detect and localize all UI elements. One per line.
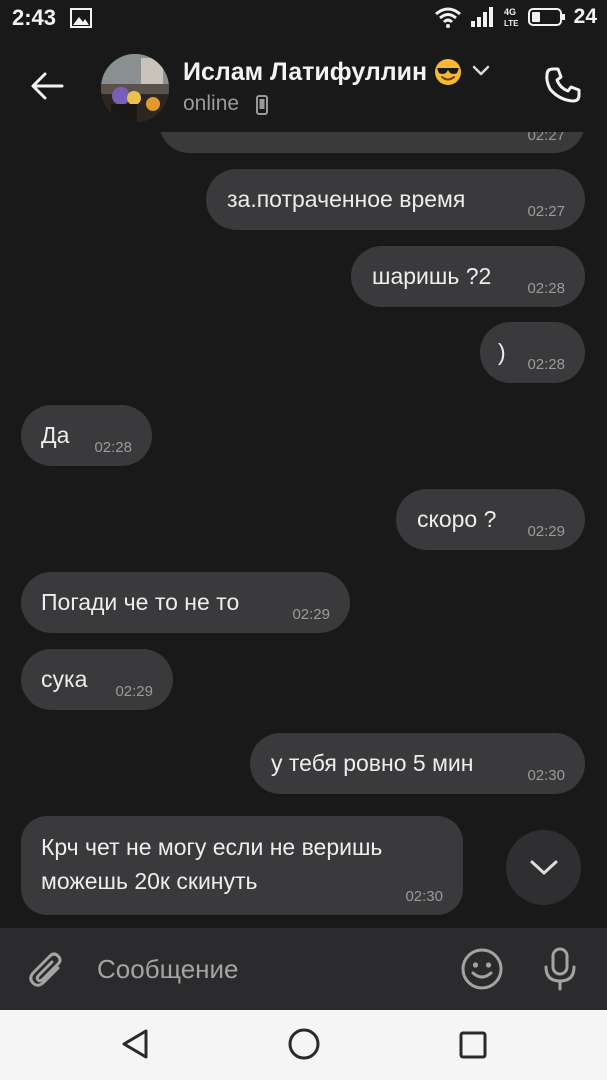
message-input[interactable]: Сообщение bbox=[97, 954, 239, 985]
call-button[interactable] bbox=[536, 60, 590, 110]
microphone-icon[interactable] bbox=[540, 946, 580, 992]
contact-name[interactable]: Ислам Латифуллин bbox=[183, 58, 427, 87]
message-text: сука bbox=[41, 666, 88, 692]
message-text: за.потраченное время bbox=[227, 186, 466, 212]
message-text: шаришь ?2 bbox=[372, 263, 492, 289]
message-bubble-incoming[interactable]: сука 02:29 bbox=[21, 649, 173, 710]
status-bar: 2:43 4G LTE 24 bbox=[0, 0, 607, 36]
message-time: 02:28 bbox=[527, 280, 565, 297]
message-time: 02:30 bbox=[405, 888, 443, 905]
message-time: 02:30 bbox=[527, 767, 565, 784]
message-bubble-outgoing[interactable]: 02:27 bbox=[159, 132, 585, 153]
message-bubble-outgoing[interactable]: шаришь ?2 02:28 bbox=[351, 246, 585, 307]
message-bubble-outgoing[interactable]: за.потраченное время 02:27 bbox=[206, 169, 585, 230]
status-time: 2:43 bbox=[12, 5, 57, 30]
message-time: 02:27 bbox=[527, 132, 565, 144]
message-text: у тебя ровно 5 мин bbox=[271, 750, 474, 776]
message-time: 02:28 bbox=[527, 356, 565, 373]
chat-header: Ислам Латифуллин online bbox=[0, 36, 607, 132]
message-time: 02:29 bbox=[527, 523, 565, 540]
svg-text:4G: 4G bbox=[504, 7, 516, 17]
contact-avatar[interactable] bbox=[101, 54, 169, 122]
message-text-line-2: можешь 20к скинуть bbox=[41, 868, 258, 894]
message-time: 02:27 bbox=[527, 203, 565, 220]
signal-icon bbox=[470, 7, 493, 27]
scroll-to-bottom-button[interactable] bbox=[506, 830, 581, 905]
message-bubble-outgoing[interactable]: ) 02:28 bbox=[480, 322, 585, 383]
lte-icon: 4G LTE bbox=[504, 7, 519, 28]
battery-icon bbox=[527, 8, 565, 26]
paperclip-icon[interactable] bbox=[28, 950, 66, 990]
system-nav-bar bbox=[0, 1010, 607, 1080]
gallery-notification-icon bbox=[70, 8, 92, 28]
message-bubble-incoming[interactable]: Погади че то не то 02:29 bbox=[21, 572, 350, 633]
message-text: Погади че то не то bbox=[41, 589, 240, 615]
message-list[interactable]: 02:27 за.потраченное время 02:27 шаришь … bbox=[0, 132, 607, 928]
message-time: 02:28 bbox=[94, 439, 132, 456]
message-text: скоро ? bbox=[417, 506, 497, 532]
avatar-image bbox=[101, 54, 169, 122]
message-time: 02:29 bbox=[115, 683, 153, 700]
status-right-group: 4G LTE 24 bbox=[434, 5, 597, 29]
message-bubble-incoming[interactable]: Да 02:28 bbox=[21, 405, 152, 466]
message-text: ) bbox=[498, 339, 506, 365]
message-time: 02:29 bbox=[292, 606, 330, 623]
message-bubble-outgoing[interactable]: у тебя ровно 5 мин 02:30 bbox=[250, 733, 585, 794]
message-bubble-incoming[interactable]: Крч чет не могу если не веришь можешь 20… bbox=[21, 816, 463, 915]
wifi-icon bbox=[434, 7, 461, 28]
svg-text:LTE: LTE bbox=[504, 19, 519, 28]
contact-status: online bbox=[183, 92, 240, 115]
smiley-icon[interactable] bbox=[460, 947, 504, 991]
chevron-down-icon bbox=[530, 860, 557, 874]
sunglasses-emoji-icon bbox=[435, 59, 461, 85]
message-composer: Сообщение bbox=[0, 928, 607, 1010]
nav-back-icon[interactable] bbox=[120, 1028, 150, 1060]
nav-home-icon[interactable] bbox=[287, 1027, 321, 1061]
message-text: Да bbox=[41, 422, 70, 448]
chevron-down-icon[interactable] bbox=[471, 64, 491, 78]
back-arrow-icon bbox=[31, 72, 64, 100]
back-button[interactable] bbox=[22, 64, 72, 108]
battery-level: 24 bbox=[573, 5, 597, 28]
phone-icon bbox=[545, 67, 581, 103]
nav-recent-icon[interactable] bbox=[458, 1030, 488, 1060]
message-bubble-outgoing[interactable]: скоро ? 02:29 bbox=[396, 489, 585, 550]
message-text-line-1: Крч чет не могу если не веришь bbox=[41, 834, 383, 860]
mobile-device-icon bbox=[256, 95, 268, 115]
